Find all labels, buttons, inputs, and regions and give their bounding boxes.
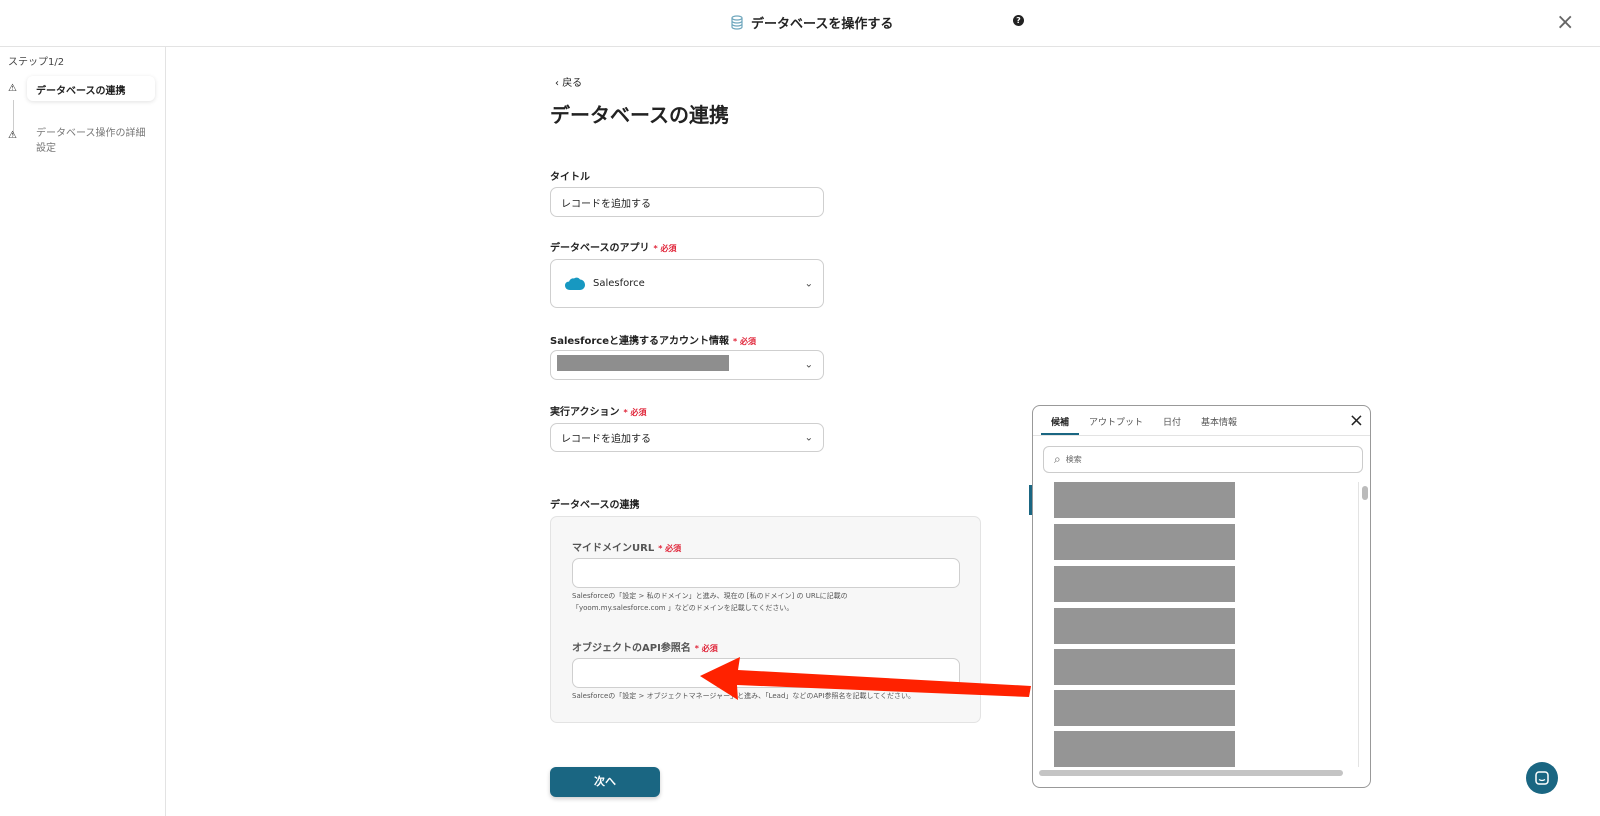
annotation-arrow — [700, 657, 1031, 700]
red-arrow-shape — [700, 657, 1031, 700]
chat-support-button[interactable] — [1526, 762, 1558, 794]
chat-icon — [1535, 771, 1549, 785]
